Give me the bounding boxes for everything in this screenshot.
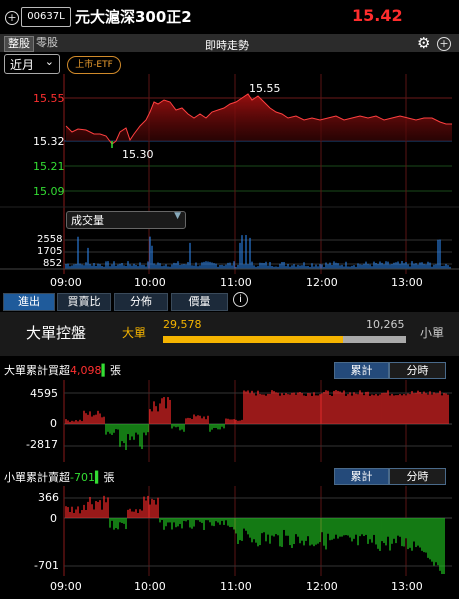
time-label: 13:00 [391,276,423,289]
big-order-title: 大單控盤 [26,324,87,342]
big-cum-btn[interactable]: 累計 [334,362,389,379]
price-label-low2: 15.09 [33,185,65,198]
caret-down-icon: ▼ [174,211,181,221]
low-annotation: 15.30 [122,148,154,161]
volume-label-1: 2558 [37,234,63,245]
big-cum-value: 4,098 [70,364,102,377]
small-axis-bottom: -701 [34,559,59,572]
volume-label-3: 852 [43,258,63,269]
small-axis-top: 366 [38,491,59,504]
indicator-value: 成交量 [71,214,104,227]
small-cum-value: -701 [70,471,95,484]
time-label: 10:00 [134,276,166,289]
big-order-value: 29,578 [163,318,202,331]
big-order-label: 大單 [122,326,147,340]
tab-odd-lot[interactable]: 零股 [33,36,61,50]
tab-distribution[interactable]: 分佈 [114,293,168,311]
price-label-high: 15.55 [33,92,65,105]
volume-label-2: 1705 [37,246,63,257]
tab-inout[interactable]: 進出 [3,293,55,311]
big-cum-chart [63,380,452,462]
gear-icon[interactable]: ⚙ [417,35,430,51]
big-ratio-fill [163,336,344,343]
small-time-btn[interactable]: 分時 [389,468,446,485]
small-order-value: 10,265 [366,318,405,331]
time-label: 13:00 [391,580,423,593]
time-label: 12:00 [306,580,338,593]
price-label-low1: 15.21 [33,160,65,173]
time-label: 09:00 [50,276,82,289]
period-value: 近月 [10,58,35,72]
small-cum-unit: 張 [103,471,115,484]
volume-chart [0,230,459,274]
small-cum-prefix: 小單累計賣超 [4,471,70,484]
big-time-btn[interactable]: 分時 [389,362,446,379]
last-price: 15.42 [352,6,403,25]
big-cum-unit: 張 [109,364,121,377]
chevron-down-icon: ⌄ [44,55,54,68]
big-cum-prefix: 大單累計買超 [4,364,70,377]
time-label: 11:00 [220,580,252,593]
tab-buy-sell-ratio[interactable]: 買賣比 [57,293,111,311]
big-axis-bottom: -2817 [26,438,58,451]
big-small-ratio-bar [163,336,406,343]
info-icon[interactable]: i [233,292,248,307]
period-select[interactable]: 近月 ⌄ [4,54,60,74]
indicator-select[interactable]: 成交量 ▼ [66,211,186,229]
time-label: 09:00 [50,580,82,593]
big-axis-zero: 0 [50,417,57,430]
high-annotation: 15.55 [249,82,281,95]
small-axis-zero: 0 [50,512,57,525]
time-label: 10:00 [134,580,166,593]
small-cum-chart [63,486,452,576]
market-badge: 上市-ETF [67,56,121,74]
add-indicator-icon[interactable]: + [437,37,451,51]
add-circle-icon[interactable]: + [5,11,19,25]
tab-whole-lot[interactable]: 整股 [4,36,34,52]
stock-code-field[interactable]: 00637L [21,7,71,27]
small-cum-btn[interactable]: 累計 [334,468,389,485]
time-label: 12:00 [306,276,338,289]
big-axis-top: 4595 [30,387,58,400]
section-title: 即時走勢 [205,39,249,52]
time-label: 11:00 [220,276,252,289]
down-arrow-icon: ▍ [101,364,110,377]
stock-name: 元大滬深300正2 [75,8,192,26]
small-order-label: 小單 [420,326,445,340]
small-cum-header: 小單累計賣超-701▍張 [4,469,114,485]
price-label-ref: 15.32 [33,135,65,148]
big-cum-header: 大單累計買超4,098▍張 [4,362,121,378]
tab-price-volume[interactable]: 價量 [171,293,228,311]
